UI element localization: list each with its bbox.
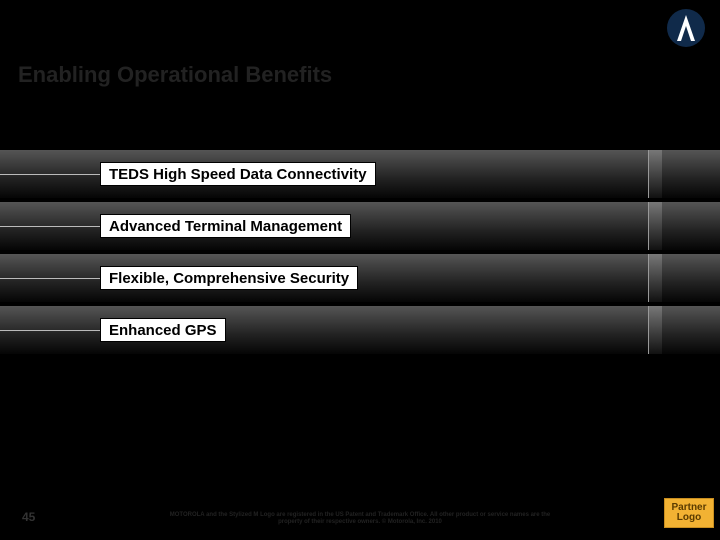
feature-label: TEDS High Speed Data Connectivity [100,162,376,186]
brand-logo-icon [666,8,706,48]
feature-bar: TEDS High Speed Data Connectivity [0,150,720,198]
feature-bar: Advanced Terminal Management [0,202,720,250]
slide-title: Enabling Operational Benefits [18,62,332,88]
feature-label: Advanced Terminal Management [100,214,351,238]
slide-footer: 45 MOTOROLA and the Stylized M Logo are … [0,498,720,532]
bar-connector [0,174,100,175]
feature-label: Flexible, Comprehensive Security [100,266,358,290]
bar-connector [0,330,100,331]
feature-bar: Flexible, Comprehensive Security [0,254,720,302]
bar-endcap [648,306,662,354]
bar-connector [0,226,100,227]
feature-label: Enhanced GPS [100,318,226,342]
bar-connector [0,278,100,279]
feature-bars: TEDS High Speed Data Connectivity Advanc… [0,150,720,358]
feature-bar: Enhanced GPS [0,306,720,354]
bar-endcap [648,150,662,198]
legal-text: MOTOROLA and the Stylized M Logo are reg… [160,512,560,526]
slide: Enabling Operational Benefits TEDS High … [0,0,720,540]
bar-endcap [648,254,662,302]
page-number: 45 [22,510,35,524]
partner-logo-placeholder: Partner Logo [664,498,714,528]
bar-endcap [648,202,662,250]
